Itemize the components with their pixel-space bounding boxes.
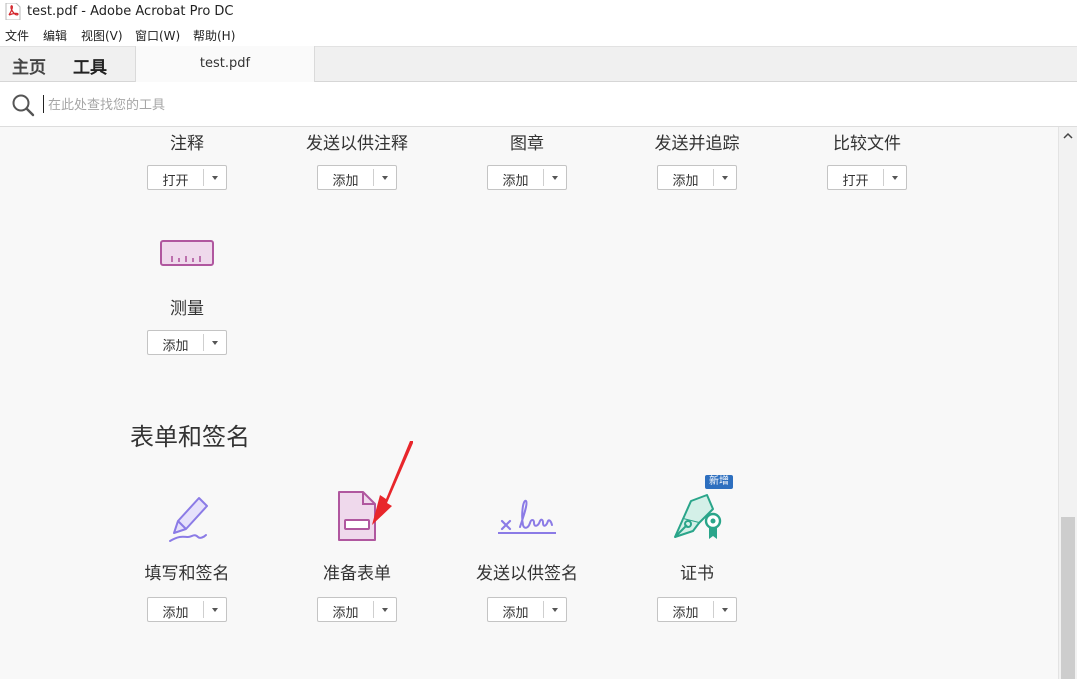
tool-search-input[interactable] bbox=[46, 94, 550, 116]
form-doc-icon bbox=[338, 491, 376, 541]
tool-send-for-comments[interactable]: 发送以供注释 添加 bbox=[272, 127, 442, 197]
tab-home[interactable]: 主页 bbox=[12, 53, 46, 78]
tool-name: 注释 bbox=[170, 134, 204, 154]
tool-comment[interactable]: 注释 打开 bbox=[102, 127, 272, 197]
tool-action-button[interactable]: 添加 bbox=[657, 165, 737, 190]
tool-send-for-signature[interactable]: 发送以供签名 添加 bbox=[442, 487, 612, 622]
chevron-down-icon[interactable] bbox=[374, 601, 396, 618]
tool-name: 发送并追踪 bbox=[654, 134, 740, 154]
action-label: 添加 bbox=[672, 174, 699, 189]
action-label: 添加 bbox=[672, 606, 699, 621]
tool-fill-and-sign[interactable]: 填写和签名 添加 bbox=[102, 487, 272, 622]
search-icon bbox=[12, 94, 35, 117]
action-label: 添加 bbox=[332, 174, 359, 189]
new-badge: 新增 bbox=[705, 475, 733, 489]
menu-edit[interactable]: 编辑 bbox=[43, 27, 67, 44]
chevron-down-icon[interactable] bbox=[204, 601, 226, 618]
tool-name: 准备表单 bbox=[323, 564, 391, 584]
tool-stamp[interactable]: 图章 添加 bbox=[442, 127, 612, 197]
tool-action-button[interactable]: 添加 bbox=[487, 165, 567, 190]
tool-action-button[interactable]: 添加 bbox=[317, 165, 397, 190]
tool-name: 填写和签名 bbox=[144, 564, 230, 584]
section-title-forms: 表单和签名 bbox=[130, 423, 250, 451]
tool-name: 证书 bbox=[680, 564, 714, 584]
title-bar: test.pdf - Adobe Acrobat Pro DC bbox=[0, 0, 1077, 24]
action-label: 添加 bbox=[502, 606, 529, 621]
tool-name: 发送以供注释 bbox=[306, 134, 408, 154]
tool-action-button[interactable]: 添加 bbox=[317, 597, 397, 622]
pen-sign-icon bbox=[169, 497, 208, 542]
tool-action-button[interactable]: 添加 bbox=[657, 597, 737, 622]
chevron-down-icon[interactable] bbox=[884, 169, 906, 186]
action-label: 打开 bbox=[842, 174, 869, 189]
tool-certificates[interactable]: 新增 证书 添加 bbox=[612, 475, 782, 622]
chevron-down-icon[interactable] bbox=[714, 601, 736, 618]
tool-prepare-form[interactable]: 准备表单 添加 bbox=[272, 487, 442, 622]
tool-action-button[interactable]: 添加 bbox=[147, 330, 227, 355]
action-label: 打开 bbox=[162, 174, 189, 189]
chevron-down-icon[interactable] bbox=[714, 169, 736, 186]
certificate-pen-icon bbox=[674, 494, 722, 539]
tool-name: 比较文件 bbox=[833, 134, 901, 154]
scroll-up-icon[interactable] bbox=[1063, 131, 1073, 141]
chevron-down-icon[interactable] bbox=[204, 334, 226, 351]
tool-send-and-track[interactable]: 发送并追踪 添加 bbox=[612, 127, 782, 197]
chevron-down-icon[interactable] bbox=[544, 601, 566, 618]
tools-content: 注释 打开 发送以供注释 添加 图章 添加 发送并追踪 添加 比较文件 打开 测… bbox=[0, 127, 1058, 679]
action-label: 添加 bbox=[502, 174, 529, 189]
tab-bar: 主页 工具 test.pdf bbox=[0, 46, 1077, 84]
text-caret bbox=[43, 95, 44, 113]
action-label: 添加 bbox=[332, 606, 359, 621]
tool-search-bar bbox=[0, 82, 1077, 127]
tool-action-button[interactable]: 打开 bbox=[147, 165, 227, 190]
menu-view[interactable]: 视图(V) bbox=[81, 27, 123, 44]
ruler-icon bbox=[160, 240, 214, 266]
menu-bar: 文件 编辑 视图(V) 窗口(W) 帮助(H) bbox=[0, 24, 1077, 46]
tab-document-label: test.pdf bbox=[199, 56, 251, 71]
chevron-down-icon[interactable] bbox=[204, 169, 226, 186]
tool-action-button[interactable]: 打开 bbox=[827, 165, 907, 190]
tool-name: 测量 bbox=[170, 299, 204, 319]
scrollbar-thumb[interactable] bbox=[1061, 517, 1075, 679]
action-label: 添加 bbox=[162, 606, 189, 621]
chevron-down-icon[interactable] bbox=[374, 169, 396, 186]
menu-file[interactable]: 文件 bbox=[5, 27, 29, 44]
pdf-file-icon bbox=[5, 3, 21, 20]
signature-icon bbox=[498, 499, 556, 534]
tab-document[interactable]: test.pdf bbox=[135, 46, 315, 82]
action-label: 添加 bbox=[162, 339, 189, 354]
tool-action-button[interactable]: 添加 bbox=[487, 597, 567, 622]
tool-measure[interactable]: 测量 添加 bbox=[102, 232, 272, 357]
vertical-scrollbar[interactable] bbox=[1058, 127, 1077, 679]
menu-help[interactable]: 帮助(H) bbox=[193, 27, 235, 44]
tool-name: 发送以供签名 bbox=[476, 564, 578, 584]
chevron-down-icon[interactable] bbox=[544, 169, 566, 186]
tool-compare-files[interactable]: 比较文件 打开 bbox=[782, 127, 952, 197]
tool-action-button[interactable]: 添加 bbox=[147, 597, 227, 622]
tab-tools[interactable]: 工具 bbox=[73, 53, 107, 84]
window-title: test.pdf - Adobe Acrobat Pro DC bbox=[27, 4, 234, 19]
menu-window[interactable]: 窗口(W) bbox=[135, 27, 180, 44]
tool-name: 图章 bbox=[510, 134, 544, 154]
